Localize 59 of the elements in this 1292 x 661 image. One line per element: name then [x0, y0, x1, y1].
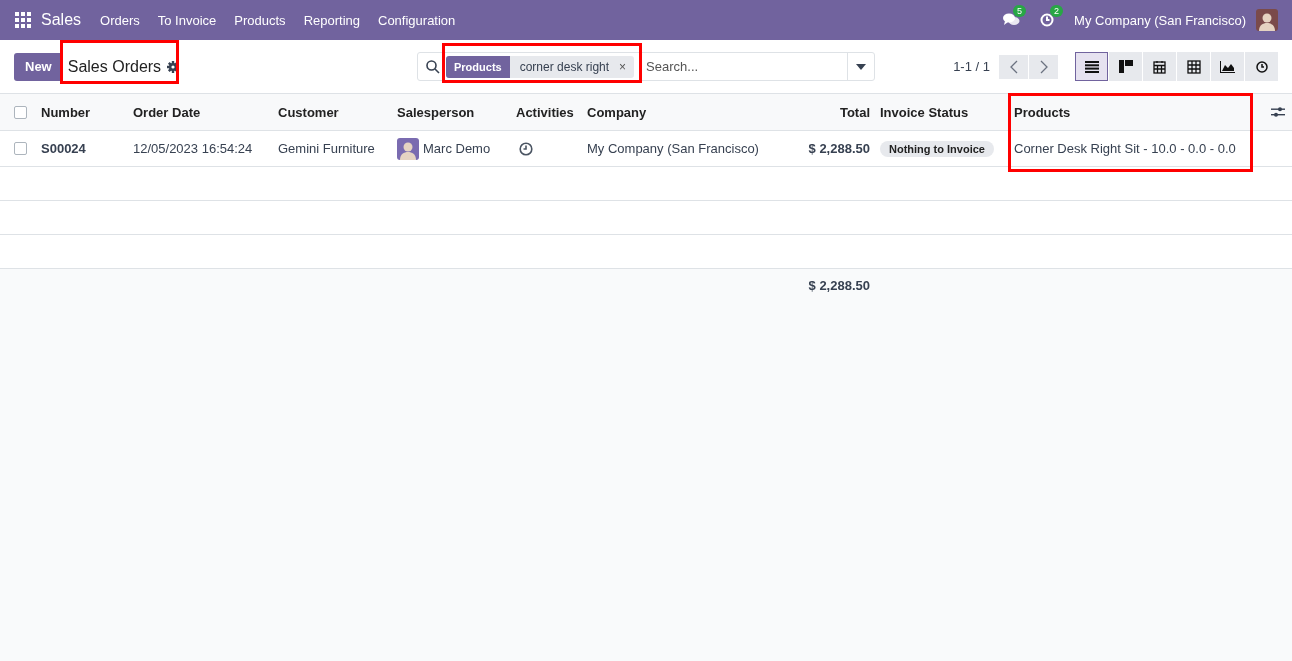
view-switch-button[interactable]	[1211, 52, 1244, 81]
message-count-badge: 5	[1013, 5, 1027, 17]
company-switcher[interactable]: My Company (San Francisco)	[1074, 12, 1246, 28]
column-header[interactable]: Products	[1007, 104, 1253, 120]
list-view-icon	[1084, 60, 1099, 73]
caret-icon	[856, 63, 866, 70]
menu-item[interactable]: Reporting	[294, 12, 369, 28]
remove-facet-button[interactable]: ×	[619, 59, 635, 74]
apps-grid-icon[interactable]	[15, 12, 31, 28]
chat-icon[interactable]	[1003, 13, 1021, 27]
menu-item[interactable]: To Invoice	[148, 12, 226, 28]
chevron-right-icon	[1039, 59, 1048, 74]
checkbox[interactable]	[14, 105, 27, 119]
search-facet[interactable]: Products corner desk right ×	[446, 55, 635, 78]
view-switch-button[interactable]	[1245, 52, 1278, 81]
user-avatar	[1256, 9, 1278, 31]
clock-icon	[1255, 60, 1268, 73]
total-sum: $ 2,288.50	[807, 278, 871, 293]
chevron-left-icon	[1009, 59, 1018, 74]
table-cell-text: Gemini Furniture	[277, 141, 376, 156]
activity-count-badge: 2	[1050, 5, 1064, 17]
table-cell-text: Corner Desk Right Sit - 10.0 - 0.0 - 0.0	[1013, 141, 1237, 156]
view-switch-button[interactable]	[1075, 52, 1108, 81]
column-header[interactable]: Invoice Status	[873, 104, 1007, 120]
clock-icon[interactable]	[519, 141, 533, 156]
column-header[interactable]: Number	[34, 104, 126, 120]
sliders-icon[interactable]	[1271, 106, 1285, 118]
search-field[interactable]: Products corner desk right × Search...	[417, 52, 875, 81]
menu-item[interactable]: Products	[225, 12, 295, 28]
table-cell-text: 12/05/2023 16:54:24	[132, 141, 254, 156]
column-header[interactable]: Salesperson	[390, 104, 509, 120]
column-header[interactable]: Customer	[271, 104, 390, 120]
column-header[interactable]: Company	[580, 104, 793, 120]
column-header[interactable]: Total	[793, 104, 873, 120]
kanban-view-icon	[1118, 60, 1133, 73]
calendar-icon	[1153, 59, 1166, 74]
column-header[interactable]: Activities	[509, 104, 580, 120]
pager-value[interactable]: 1-1 / 1	[953, 59, 990, 74]
table-cell-text: My Company (San Francisco)	[586, 141, 760, 156]
status-badge: Nothing to Invoice	[880, 140, 994, 157]
view-switch-button[interactable]	[1177, 52, 1210, 81]
avatar	[397, 137, 419, 160]
column-header[interactable]: Order Date	[126, 104, 271, 120]
facet-value: corner desk right	[518, 59, 611, 74]
table-cell-text: $ 2,288.50	[807, 141, 871, 156]
search-icon	[426, 59, 440, 74]
view-switch-button[interactable]	[1109, 52, 1142, 81]
view-switch-button[interactable]	[1143, 52, 1176, 81]
checkbox[interactable]	[14, 142, 27, 155]
facet-label: Products	[446, 55, 510, 78]
salesperson-name: Marc Demo	[423, 141, 491, 156]
new-button[interactable]: New	[14, 52, 63, 81]
breadcrumb-title: Sales Orders	[67, 57, 162, 76]
table-cell-text: S00024	[40, 141, 87, 156]
app-title[interactable]: Sales	[41, 11, 82, 29]
menu-item[interactable]: Orders	[91, 12, 149, 28]
pivot-table-icon	[1186, 59, 1201, 74]
area-chart-icon	[1220, 60, 1235, 73]
menu-item[interactable]: Configuration	[369, 12, 465, 28]
